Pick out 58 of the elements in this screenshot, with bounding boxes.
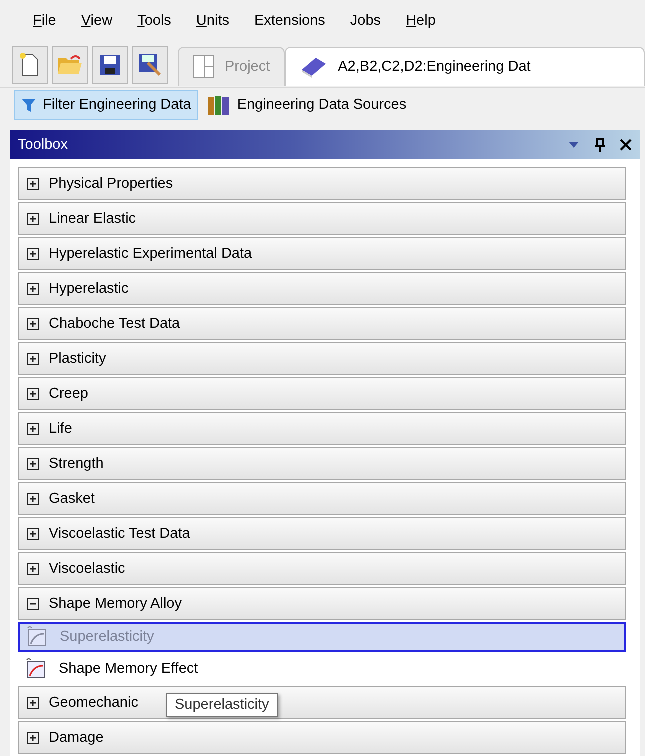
category-header[interactable]: Viscoelastic Test Data: [18, 517, 626, 550]
category-header[interactable]: Life: [18, 412, 626, 445]
expand-icon[interactable]: [27, 388, 39, 400]
close-icon[interactable]: [620, 138, 632, 150]
tooltip: Superelasticity: [166, 693, 278, 717]
expand-icon[interactable]: [27, 492, 39, 504]
category-header[interactable]: Hyperelastic: [18, 272, 626, 305]
expand-icon[interactable]: [27, 732, 39, 744]
expand-icon[interactable]: [27, 696, 39, 708]
category-header[interactable]: Gasket: [18, 482, 626, 515]
menu-item[interactable]: Extensions: [243, 13, 336, 29]
new-document-icon: [19, 52, 41, 78]
expand-icon[interactable]: [27, 562, 39, 574]
expand-icon[interactable]: [27, 248, 39, 260]
category-header[interactable]: Damage: [18, 721, 626, 754]
category-header[interactable]: Creep: [18, 377, 626, 410]
expand-icon[interactable]: [27, 212, 39, 224]
menu-item[interactable]: Jobs: [339, 13, 392, 29]
project-icon: [193, 54, 215, 78]
document-tab[interactable]: A2,B2,C2,D2:Engineering Dat: [285, 46, 645, 86]
pin-icon[interactable]: [594, 138, 606, 152]
toolbar-button[interactable]: Engineering Data Sources: [200, 90, 414, 120]
expand-icon[interactable]: [27, 178, 39, 190]
books-icon: [207, 94, 232, 116]
category-header[interactable]: Shape Memory Alloy: [18, 587, 626, 620]
category-header[interactable]: Viscoelastic: [18, 552, 626, 585]
expand-icon[interactable]: [27, 282, 39, 294]
collapse-icon[interactable]: [27, 598, 39, 610]
toolbar-button[interactable]: Filter Engineering Data: [14, 90, 198, 120]
category-header[interactable]: Hyperelastic Experimental Data: [18, 237, 626, 270]
menu-item[interactable]: Units: [185, 13, 240, 29]
category-header[interactable]: Linear Elastic: [18, 202, 626, 235]
curve-chart-icon: [26, 626, 48, 648]
book-icon: [300, 56, 328, 78]
save-as-icon: [138, 52, 162, 76]
save-icon: [99, 54, 121, 76]
expand-icon[interactable]: [27, 318, 39, 330]
menu-item[interactable]: Tools: [126, 13, 182, 29]
category-header[interactable]: Chaboche Test Data: [18, 307, 626, 340]
save-button[interactable]: [92, 46, 128, 84]
category-header[interactable]: Strength: [18, 447, 626, 480]
panel-title: Toolbox: [18, 136, 69, 152]
dropdown-icon[interactable]: [568, 140, 580, 148]
menu-item[interactable]: View: [70, 13, 124, 29]
expand-icon[interactable]: [27, 422, 39, 434]
menu-item[interactable]: Help: [395, 13, 447, 29]
expand-icon[interactable]: [27, 352, 39, 364]
filter-icon: [21, 97, 37, 113]
category-header[interactable]: Physical Properties: [18, 167, 626, 200]
folder-icon: [57, 54, 83, 76]
curve-chart-icon: [25, 658, 47, 680]
expand-icon[interactable]: [27, 458, 39, 470]
new-button[interactable]: [12, 46, 48, 84]
menu-item[interactable]: File: [22, 13, 68, 29]
save-as-button[interactable]: [132, 46, 168, 84]
expand-icon[interactable]: [27, 528, 39, 540]
category-header[interactable]: Plasticity: [18, 342, 626, 375]
toolbox-item[interactable]: Shape Memory Effect: [18, 654, 626, 684]
